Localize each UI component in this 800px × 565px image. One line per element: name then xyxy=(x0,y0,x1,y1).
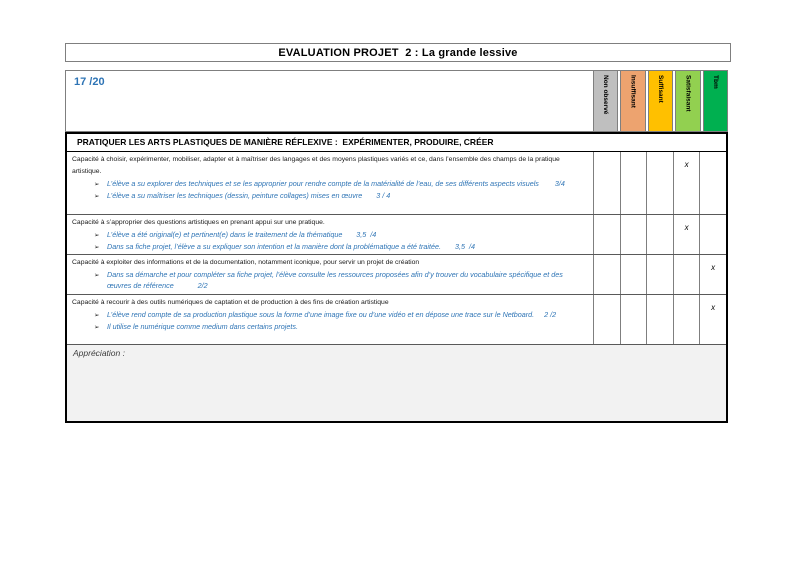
bullet-item: ➢ L’élève a su explorer des techniques e… xyxy=(94,179,584,190)
rating-cell-satisfaisant[interactable]: x xyxy=(673,152,700,214)
bullet-text: L’élève a su explorer des techniques et … xyxy=(107,179,565,190)
rating-cells: x xyxy=(593,295,726,344)
rating-cell-suffisant[interactable] xyxy=(646,255,673,294)
rating-cell-non-observe[interactable] xyxy=(593,255,620,294)
score-value: 17 /20 xyxy=(74,76,105,88)
rating-header-satisfaisant: Satisfaisant xyxy=(675,70,700,132)
rating-cell-insuffisant[interactable] xyxy=(620,295,647,344)
score-and-rating-header-row: 17 /20 Non observé Insuffisant Suffisant… xyxy=(65,70,728,132)
arrow-bullet-icon: ➢ xyxy=(94,310,107,321)
rating-cells: x xyxy=(593,215,726,254)
row-text: Capacité à s’approprier des questions ar… xyxy=(67,215,584,252)
bullet-text: L’élève a su maîtriser les techniques (d… xyxy=(107,191,390,202)
row-text: Capacité à recourir à des outils numériq… xyxy=(67,295,584,332)
rating-header-tbm: Tbm xyxy=(703,70,728,132)
rating-cell-tbm[interactable] xyxy=(699,152,726,214)
rating-header-label: Satisfaisant xyxy=(684,75,691,112)
bullet-text: L’élève rend compte de sa production pla… xyxy=(107,310,556,321)
rating-cell-tbm[interactable]: x xyxy=(699,255,726,294)
arrow-bullet-icon: ➢ xyxy=(94,322,107,333)
rating-cell-suffisant[interactable] xyxy=(646,215,673,254)
arrow-bullet-icon: ➢ xyxy=(94,191,107,202)
rating-header-insuffisant: Insuffisant xyxy=(620,70,645,132)
rating-header-label: Insuffisant xyxy=(630,75,637,108)
bullet-text: Il utilise le numérique comme medium dan… xyxy=(107,322,298,333)
rating-cell-insuffisant[interactable] xyxy=(620,152,647,214)
rating-header-cells: Non observé Insuffisant Suffisant Satisf… xyxy=(593,70,728,132)
bullet-item: ➢ Dans sa fiche projet, l’élève a su exp… xyxy=(94,242,584,253)
criteria-table: PRATIQUER LES ARTS PLASTIQUES DE MANIÈRE… xyxy=(65,132,728,423)
rating-cell-suffisant[interactable] xyxy=(646,295,673,344)
rating-cell-insuffisant[interactable] xyxy=(620,215,647,254)
table-row-capacity-3: Capacité à exploiter des informations et… xyxy=(67,255,726,295)
row-text: Capacité à choisir, expérimenter, mobili… xyxy=(67,152,584,201)
bullet-text: Dans sa démarche et pour compléter sa fi… xyxy=(107,270,584,291)
rating-header-label: Tbm xyxy=(712,75,719,89)
bullet-text: Dans sa fiche projet, l’élève a su expli… xyxy=(107,242,475,253)
section-header: PRATIQUER LES ARTS PLASTIQUES DE MANIÈRE… xyxy=(67,134,726,152)
rating-cell-non-observe[interactable] xyxy=(593,215,620,254)
arrow-bullet-icon: ➢ xyxy=(94,179,107,190)
rating-cells: x xyxy=(593,152,726,214)
arrow-bullet-icon: ➢ xyxy=(94,270,107,291)
arrow-bullet-icon: ➢ xyxy=(94,242,107,253)
appreciation-label: Appréciation : xyxy=(73,348,125,358)
rating-mark: x xyxy=(711,303,715,312)
bullet-item: ➢ L’élève a su maîtriser les techniques … xyxy=(94,191,584,202)
rating-cells: x xyxy=(593,255,726,294)
bullet-item: ➢ L’élève rend compte de sa production p… xyxy=(94,310,584,321)
rating-cell-tbm[interactable] xyxy=(699,215,726,254)
rating-cell-non-observe[interactable] xyxy=(593,295,620,344)
rating-cell-insuffisant[interactable] xyxy=(620,255,647,294)
rating-cell-tbm[interactable]: x xyxy=(699,295,726,344)
rating-header-label: Non observé xyxy=(602,75,609,114)
row-text: Capacité à exploiter des informations et… xyxy=(67,255,584,291)
rating-cell-satisfaisant[interactable]: x xyxy=(673,215,700,254)
capacity-text: Capacité à recourir à des outils numériq… xyxy=(72,297,584,309)
bullet-item: ➢ Dans sa démarche et pour compléter sa … xyxy=(94,270,584,291)
rating-header-suffisant: Suffisant xyxy=(648,70,673,132)
capacity-text: Capacité à exploiter des informations et… xyxy=(72,257,584,269)
rating-mark: x xyxy=(711,263,715,272)
rating-mark: x xyxy=(685,223,689,232)
table-row-capacity-4: Capacité à recourir à des outils numériq… xyxy=(67,295,726,345)
rating-header-non-observe: Non observé xyxy=(593,70,618,132)
document-title: EVALUATION PROJET 2 : La grande lessive xyxy=(65,43,731,62)
appreciation-area[interactable]: Appréciation : xyxy=(67,345,726,421)
bullet-text: L’élève a été original(e) et pertinent(e… xyxy=(107,230,376,241)
arrow-bullet-icon: ➢ xyxy=(94,230,107,241)
capacity-text: Capacité à choisir, expérimenter, mobili… xyxy=(72,154,584,178)
table-row-capacity-1: Capacité à choisir, expérimenter, mobili… xyxy=(67,152,726,215)
bullet-item: ➢ L’élève a été original(e) et pertinent… xyxy=(94,230,584,241)
rating-cell-suffisant[interactable] xyxy=(646,152,673,214)
table-row-capacity-2: Capacité à s’approprier des questions ar… xyxy=(67,215,726,255)
rating-cell-satisfaisant[interactable] xyxy=(673,295,700,344)
capacity-text: Capacité à s’approprier des questions ar… xyxy=(72,217,584,229)
rating-cell-non-observe[interactable] xyxy=(593,152,620,214)
evaluation-document: EVALUATION PROJET 2 : La grande lessive … xyxy=(0,0,800,565)
rating-cell-satisfaisant[interactable] xyxy=(673,255,700,294)
rating-mark: x xyxy=(685,160,689,169)
rating-header-label: Suffisant xyxy=(657,75,664,103)
bullet-item: ➢ Il utilise le numérique comme medium d… xyxy=(94,322,584,333)
